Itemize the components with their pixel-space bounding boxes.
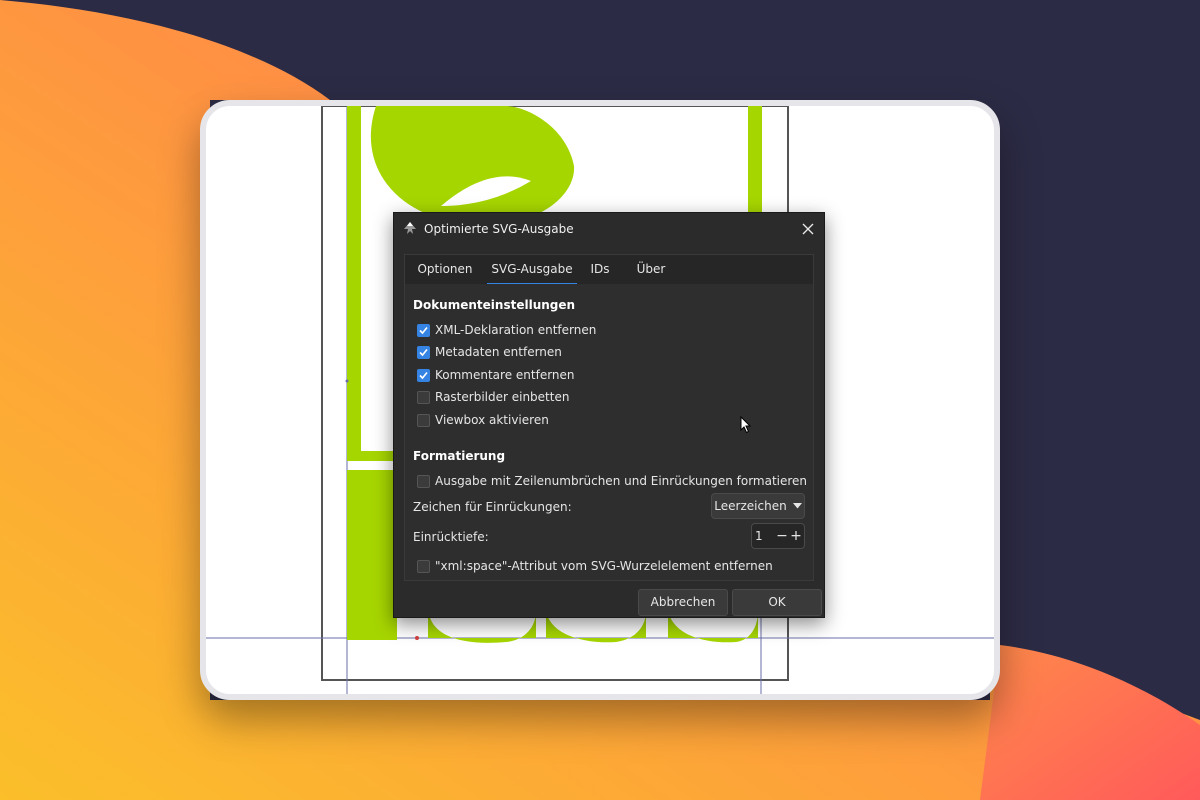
plus-icon[interactable]: + <box>789 526 803 546</box>
option-remove-xmlspace[interactable]: "xml:space"-Attribut vom SVG-Wurzeleleme… <box>417 557 773 575</box>
option-label: Rasterbilder einbetten <box>435 390 570 404</box>
leaf-shape <box>370 106 575 225</box>
checkbox-unchecked-icon[interactable] <box>417 559 430 573</box>
ok-button[interactable]: OK <box>732 589 822 616</box>
close-button[interactable] <box>796 217 820 241</box>
dialog-titlebar[interactable]: Optimierte SVG-Ausgabe <box>394 213 824 245</box>
inkscape-icon <box>404 222 416 234</box>
option-label: Viewbox aktivieren <box>435 413 549 427</box>
indent-depth-label: Einrücktiefe: <box>413 530 489 544</box>
minus-icon[interactable]: − <box>775 526 789 546</box>
tab-svg-ausgabe[interactable]: SVG-Ausgabe <box>487 255 577 285</box>
tab-optionen[interactable]: Optionen <box>411 255 479 285</box>
formatting-heading: Formatierung <box>413 449 506 463</box>
checkbox-checked-icon[interactable] <box>417 345 430 359</box>
optimized-svg-dialog: Optimierte SVG-Ausgabe Optionen SVG-Ausg… <box>393 212 825 618</box>
tab-ueber[interactable]: Über <box>631 255 671 285</box>
option-label: XML-Deklaration entfernen <box>435 323 597 337</box>
option-format-output[interactable]: Ausgabe mit Zeilenumbrüchen und Einrücku… <box>417 472 807 490</box>
option-label: "xml:space"-Attribut vom SVG-Wurzeleleme… <box>435 559 773 573</box>
checkbox-checked-icon[interactable] <box>417 323 430 337</box>
indent-char-label: Zeichen für Einrückungen: <box>413 500 572 514</box>
option-remove-xml-declaration[interactable]: XML-Deklaration entfernen <box>417 321 596 339</box>
checkbox-checked-icon[interactable] <box>417 368 430 382</box>
dropdown-value: Leerzeichen <box>714 499 787 513</box>
checkbox-unchecked-icon[interactable] <box>417 390 430 404</box>
option-enable-viewbox[interactable]: Viewbox aktivieren <box>417 411 549 429</box>
option-label: Metadaten entfernen <box>435 345 562 359</box>
tab-bar: Optionen SVG-Ausgabe IDs Über <box>404 254 814 285</box>
mouse-pointer-icon <box>740 416 752 434</box>
option-label: Kommentare entfernen <box>435 368 575 382</box>
indent-char-dropdown[interactable]: Leerzeichen <box>711 493 805 519</box>
checkbox-unchecked-icon[interactable] <box>417 413 430 427</box>
option-remove-comments[interactable]: Kommentare entfernen <box>417 366 575 384</box>
document-settings-heading: Dokumenteinstellungen <box>413 298 576 312</box>
option-remove-metadata[interactable]: Metadaten entfernen <box>417 343 562 361</box>
option-embed-raster[interactable]: Rasterbilder einbetten <box>417 388 569 406</box>
checkbox-unchecked-icon[interactable] <box>417 474 430 488</box>
indent-depth-value[interactable]: 1 <box>755 529 775 543</box>
cancel-button[interactable]: Abbrechen <box>638 589 728 616</box>
close-icon <box>802 223 814 235</box>
svg-output-panel: Dokumenteinstellungen XML-Deklaration en… <box>404 284 814 581</box>
option-label: Ausgabe mit Zeilenumbrüchen und Einrücku… <box>435 474 808 488</box>
dialog-title: Optimierte SVG-Ausgabe <box>424 222 574 236</box>
chevron-down-icon <box>792 503 802 509</box>
tab-ids[interactable]: IDs <box>585 255 615 285</box>
indent-depth-stepper[interactable]: 1 − + <box>751 523 805 549</box>
